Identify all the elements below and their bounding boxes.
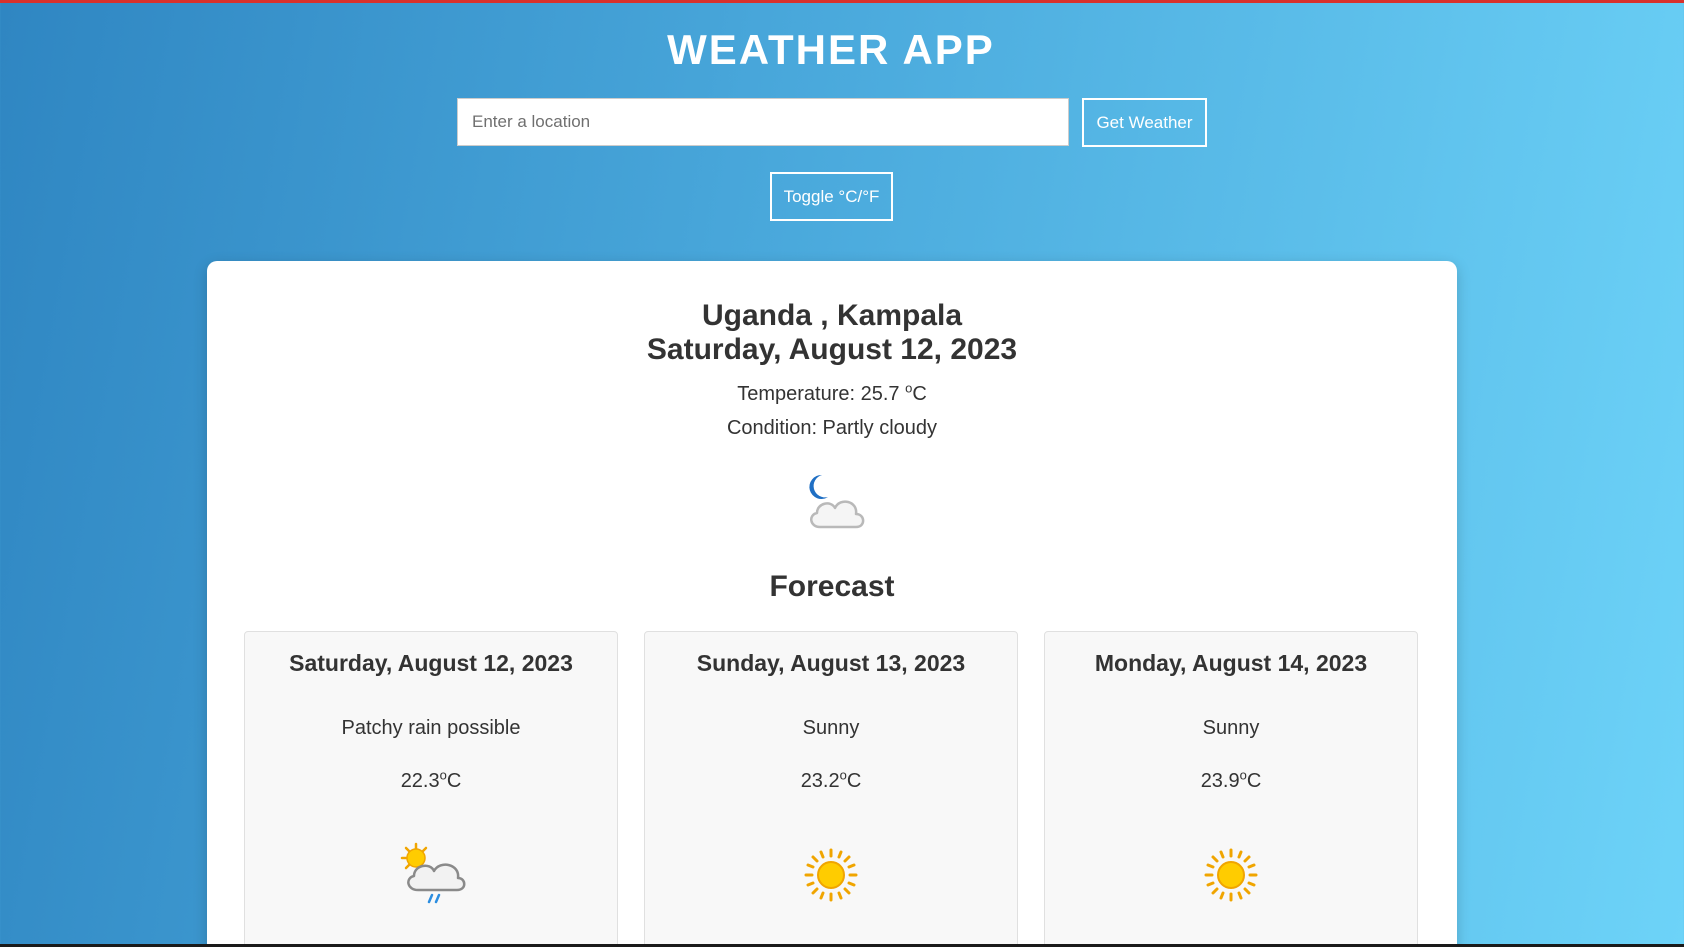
- forecast-temperature: 22.3oC: [245, 767, 617, 793]
- weather-card: Uganda , Kampala Saturday, August 12, 20…: [207, 261, 1457, 947]
- forecast-date: Monday, August 14, 2023: [1094, 650, 1368, 676]
- degree-symbol: o: [439, 767, 447, 783]
- forecast-condition: Sunny: [1202, 717, 1260, 739]
- current-location: Uganda , Kampala: [701, 299, 963, 332]
- forecast-temperature: 23.9oC: [1045, 767, 1417, 793]
- forecast-date: Sunday, August 13, 2023: [696, 650, 966, 676]
- forecast-temp-value: 22.3: [400, 770, 440, 792]
- forecast-card: Sunday, August 13, 2023 Sunny 23.2oC: [644, 631, 1018, 947]
- current-temperature: Temperature: 25.7 oC: [207, 381, 1457, 407]
- forecast-temp-unit: C: [846, 770, 862, 792]
- degree-symbol: o: [839, 767, 847, 783]
- sun-icon: [794, 838, 868, 912]
- forecast-condition: Patchy rain possible: [341, 717, 521, 739]
- app-title: WEATHER APP: [667, 26, 995, 73]
- degree-symbol: o: [1239, 767, 1247, 783]
- location-search-input[interactable]: [457, 98, 1069, 146]
- forecast-temp-value: 23.9: [1200, 770, 1240, 792]
- forecast-card: Monday, August 14, 2023 Sunny 23.9oC: [1044, 631, 1418, 947]
- forecast-condition: Sunny: [802, 717, 860, 739]
- temperature-label: Temperature: 25.7: [737, 383, 906, 405]
- sun-icon: [1194, 838, 1268, 912]
- get-weather-button[interactable]: Get Weather: [1082, 98, 1207, 147]
- patchy-rain-icon: [394, 838, 468, 912]
- forecast-date: Saturday, August 12, 2023: [289, 650, 573, 676]
- forecast-temp-value: 23.2: [800, 770, 840, 792]
- toggle-units-button[interactable]: Toggle °C/°F: [770, 172, 893, 221]
- current-date: Saturday, August 12, 2023: [646, 333, 1018, 366]
- forecast-temp-unit: C: [1246, 770, 1262, 792]
- current-condition: Condition: Partly cloudy: [726, 417, 938, 439]
- forecast-temperature: 23.2oC: [645, 767, 1017, 793]
- top-accent-bar: [0, 0, 1684, 3]
- forecast-heading: Forecast: [769, 570, 895, 603]
- temperature-unit: C: [912, 383, 927, 405]
- forecast-card: Saturday, August 12, 2023 Patchy rain po…: [244, 631, 618, 947]
- moon-partly-cloudy-icon: [798, 469, 870, 535]
- forecast-temp-unit: C: [446, 770, 462, 792]
